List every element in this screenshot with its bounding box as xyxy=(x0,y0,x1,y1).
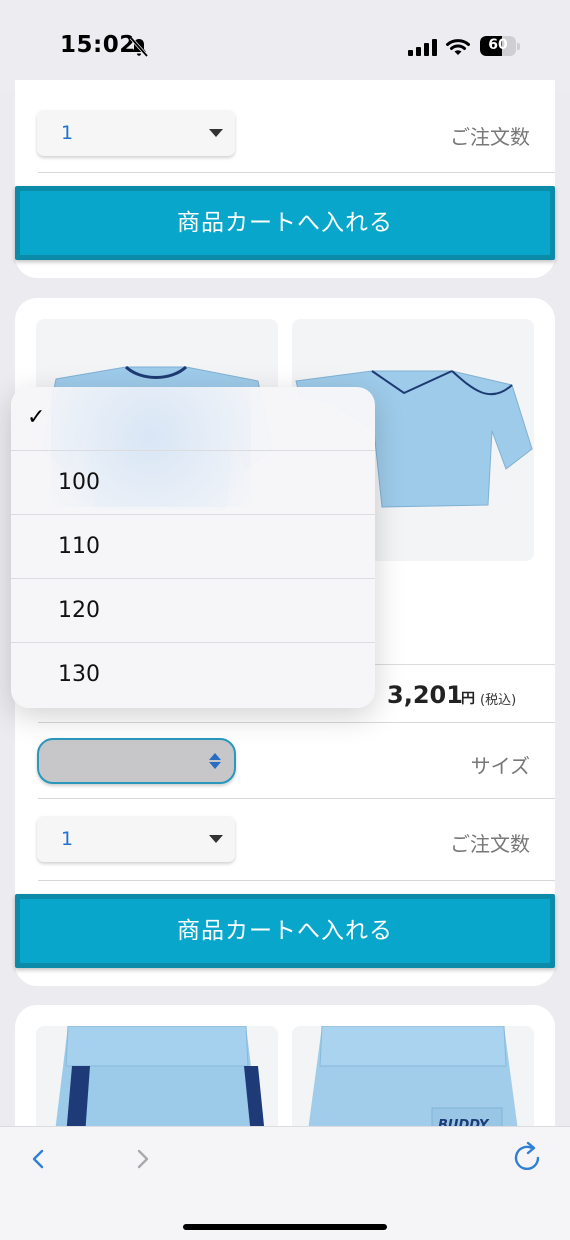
dropdown-option-120[interactable]: 120 xyxy=(11,579,375,643)
cellular-signal-icon xyxy=(408,38,437,56)
quantity-select-value: 1 xyxy=(61,828,74,850)
quantity-select[interactable]: 1 xyxy=(37,816,235,862)
size-dropdown-menu: ✓ 100 110 120 130 xyxy=(11,387,375,708)
divider xyxy=(38,722,555,723)
divider xyxy=(38,798,555,799)
quantity-label: ご注文数 xyxy=(450,832,530,856)
wifi-icon xyxy=(446,39,470,55)
quantity-select-value: 1 xyxy=(61,122,74,144)
home-indicator xyxy=(183,1224,387,1230)
quantity-select[interactable]: 1 xyxy=(37,110,235,156)
dropdown-option-110[interactable]: 110 xyxy=(11,515,375,579)
divider xyxy=(38,172,555,173)
size-label: サイズ xyxy=(470,754,530,778)
browser-toolbar xyxy=(0,1126,570,1240)
reload-icon[interactable] xyxy=(511,1141,545,1175)
price-value: 3,201 xyxy=(387,681,463,709)
quantity-label: ご注文数 xyxy=(450,125,530,149)
divider xyxy=(38,880,555,881)
chevron-left-icon[interactable] xyxy=(28,1145,48,1173)
checkmark-icon: ✓ xyxy=(27,405,46,430)
status-time: 15:02 xyxy=(60,32,136,58)
dropdown-option-label: 130 xyxy=(58,662,100,687)
battery-icon: 60 xyxy=(480,36,520,56)
dropdown-option-label: 100 xyxy=(58,470,100,495)
dropdown-option-label: 120 xyxy=(58,598,100,623)
product-card-previous: 1 ご注文数 商品カートへ入れる xyxy=(15,80,555,278)
size-select[interactable] xyxy=(37,738,236,784)
dropdown-option-blank[interactable]: ✓ xyxy=(11,387,375,451)
bell-slash-icon xyxy=(129,36,149,58)
caret-down-icon xyxy=(209,835,223,843)
dropdown-option-130[interactable]: 130 xyxy=(11,643,375,707)
tax-note: (税込) xyxy=(480,693,517,708)
battery-percent: 60 xyxy=(488,37,508,53)
price-unit: 円 xyxy=(461,691,475,707)
add-to-cart-button[interactable]: 商品カートへ入れる xyxy=(15,894,555,968)
add-to-cart-button[interactable]: 商品カートへ入れる xyxy=(15,186,555,260)
chevron-right-icon[interactable] xyxy=(133,1145,153,1173)
dropdown-option-label: 110 xyxy=(58,534,100,559)
dropdown-option-100[interactable]: 100 xyxy=(11,451,375,515)
status-bar: 15:02 60 xyxy=(0,0,570,92)
caret-down-icon xyxy=(209,129,223,137)
up-down-arrows-icon xyxy=(209,753,221,769)
